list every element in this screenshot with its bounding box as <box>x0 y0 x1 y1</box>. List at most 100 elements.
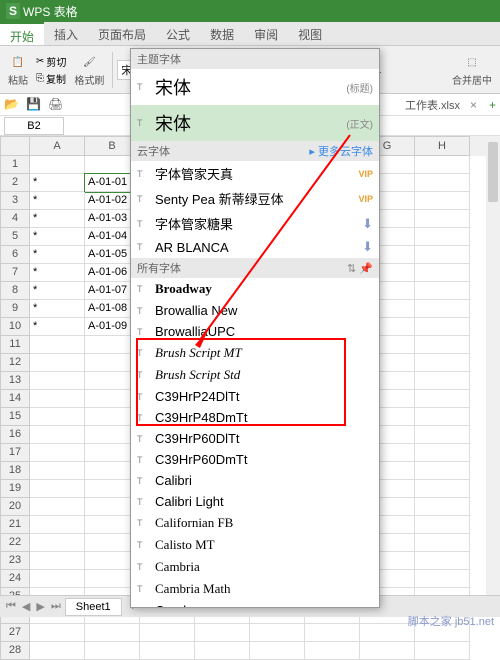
row-header[interactable]: 27 <box>0 624 30 642</box>
col-header[interactable]: A <box>30 136 85 156</box>
cell[interactable] <box>30 372 85 390</box>
cell[interactable]: * <box>30 174 85 192</box>
paste-button[interactable]: 📋 粘贴 <box>4 50 32 89</box>
cell[interactable] <box>415 174 470 192</box>
row-header[interactable]: 4 <box>0 210 30 228</box>
scrollbar-thumb[interactable] <box>488 142 498 202</box>
print-icon[interactable]: 🖨 <box>48 97 64 113</box>
tab-view[interactable]: 视图 <box>288 22 332 45</box>
cell[interactable] <box>85 624 140 642</box>
vertical-scrollbar[interactable] <box>486 140 500 595</box>
row-header[interactable]: 23 <box>0 552 30 570</box>
row-header[interactable]: 18 <box>0 462 30 480</box>
add-tab-icon[interactable]: + <box>489 98 496 112</box>
cell[interactable] <box>415 264 470 282</box>
font-option[interactable]: TSenty Pea 新蒂绿豆体VIP <box>131 186 379 211</box>
cell[interactable] <box>195 642 250 660</box>
font-option[interactable]: TCambria Math <box>131 578 379 600</box>
cell[interactable] <box>415 516 470 534</box>
font-option[interactable]: TBroadway <box>131 278 379 300</box>
cell[interactable] <box>305 624 360 642</box>
row-header[interactable]: 19 <box>0 480 30 498</box>
font-option[interactable]: TC39HrP60DmTt <box>131 449 379 470</box>
cell[interactable] <box>30 480 85 498</box>
row-header[interactable]: 2 <box>0 174 30 192</box>
row-header[interactable]: 11 <box>0 336 30 354</box>
cell[interactable] <box>415 390 470 408</box>
cell[interactable] <box>415 552 470 570</box>
cell[interactable] <box>415 444 470 462</box>
pin-icon[interactable]: ⇅ 📌 <box>347 262 373 275</box>
tab-formula[interactable]: 公式 <box>156 22 200 45</box>
cell[interactable] <box>30 516 85 534</box>
cell[interactable] <box>30 426 85 444</box>
row-header[interactable]: 7 <box>0 264 30 282</box>
row-header[interactable]: 13 <box>0 372 30 390</box>
format-painter-button[interactable]: 🖌 格式刷 <box>70 50 108 89</box>
cell[interactable] <box>415 282 470 300</box>
open-icon[interactable]: 📂 <box>4 97 20 113</box>
cell[interactable] <box>140 624 195 642</box>
cut-button[interactable]: ✂剪切 <box>36 54 66 69</box>
cell[interactable]: * <box>30 228 85 246</box>
name-box[interactable] <box>4 117 64 135</box>
row-header[interactable]: 21 <box>0 516 30 534</box>
cell[interactable] <box>415 426 470 444</box>
font-option[interactable]: T字体管家天真VIP <box>131 161 379 186</box>
row-header[interactable]: 22 <box>0 534 30 552</box>
cell[interactable] <box>415 246 470 264</box>
font-option[interactable]: TCalibri Light <box>131 491 379 512</box>
font-option[interactable]: TCalibri <box>131 470 379 491</box>
font-option[interactable]: TCalifornian FB <box>131 512 379 534</box>
tab-start[interactable]: 开始 <box>0 22 44 45</box>
save-icon[interactable]: 💾 <box>26 97 42 113</box>
cell[interactable] <box>250 624 305 642</box>
cell[interactable] <box>415 372 470 390</box>
cell[interactable] <box>415 570 470 588</box>
row-header[interactable]: 3 <box>0 192 30 210</box>
sheet-nav-first[interactable]: ⏮ <box>4 600 18 613</box>
copy-button[interactable]: ⎘复制 <box>36 71 66 86</box>
cell[interactable]: * <box>30 192 85 210</box>
cell[interactable] <box>30 642 85 660</box>
cell[interactable] <box>415 462 470 480</box>
col-header[interactable]: H <box>415 136 470 156</box>
cell[interactable] <box>30 444 85 462</box>
sheet-tab-1[interactable]: Sheet1 <box>65 598 122 616</box>
row-header[interactable]: 14 <box>0 390 30 408</box>
cell[interactable] <box>30 462 85 480</box>
cell[interactable] <box>30 570 85 588</box>
font-option[interactable]: TAR BLANCA⬇ <box>131 236 379 258</box>
tab-insert[interactable]: 插入 <box>44 22 88 45</box>
download-icon[interactable]: ⬇ <box>362 216 373 232</box>
cell[interactable] <box>30 498 85 516</box>
font-option[interactable]: TCalisto MT <box>131 534 379 556</box>
sheet-nav-next[interactable]: ▶ <box>34 600 46 613</box>
row-header[interactable]: 1 <box>0 156 30 174</box>
font-option[interactable]: TC39HrP48DmTt <box>131 407 379 428</box>
tab-review[interactable]: 审阅 <box>244 22 288 45</box>
cell[interactable] <box>360 624 415 642</box>
cell[interactable] <box>415 534 470 552</box>
cell[interactable] <box>30 624 85 642</box>
cell[interactable] <box>415 408 470 426</box>
row-header[interactable]: 12 <box>0 354 30 372</box>
cell[interactable] <box>360 642 415 660</box>
row-header[interactable]: 8 <box>0 282 30 300</box>
cell[interactable] <box>415 480 470 498</box>
cell[interactable]: * <box>30 210 85 228</box>
cell[interactable]: * <box>30 282 85 300</box>
font-option[interactable]: TCandara <box>131 600 379 608</box>
cell[interactable]: * <box>30 246 85 264</box>
cell[interactable] <box>415 210 470 228</box>
close-file-icon[interactable]: × <box>470 98 477 112</box>
download-icon[interactable]: ⬇ <box>362 239 373 255</box>
font-option[interactable]: TC39HrP24DlTt <box>131 386 379 407</box>
col-header[interactable] <box>0 136 30 156</box>
row-header[interactable]: 16 <box>0 426 30 444</box>
cell[interactable] <box>250 642 305 660</box>
row-header[interactable]: 20 <box>0 498 30 516</box>
row-header[interactable]: 9 <box>0 300 30 318</box>
cell[interactable] <box>415 336 470 354</box>
cell[interactable] <box>30 156 85 174</box>
